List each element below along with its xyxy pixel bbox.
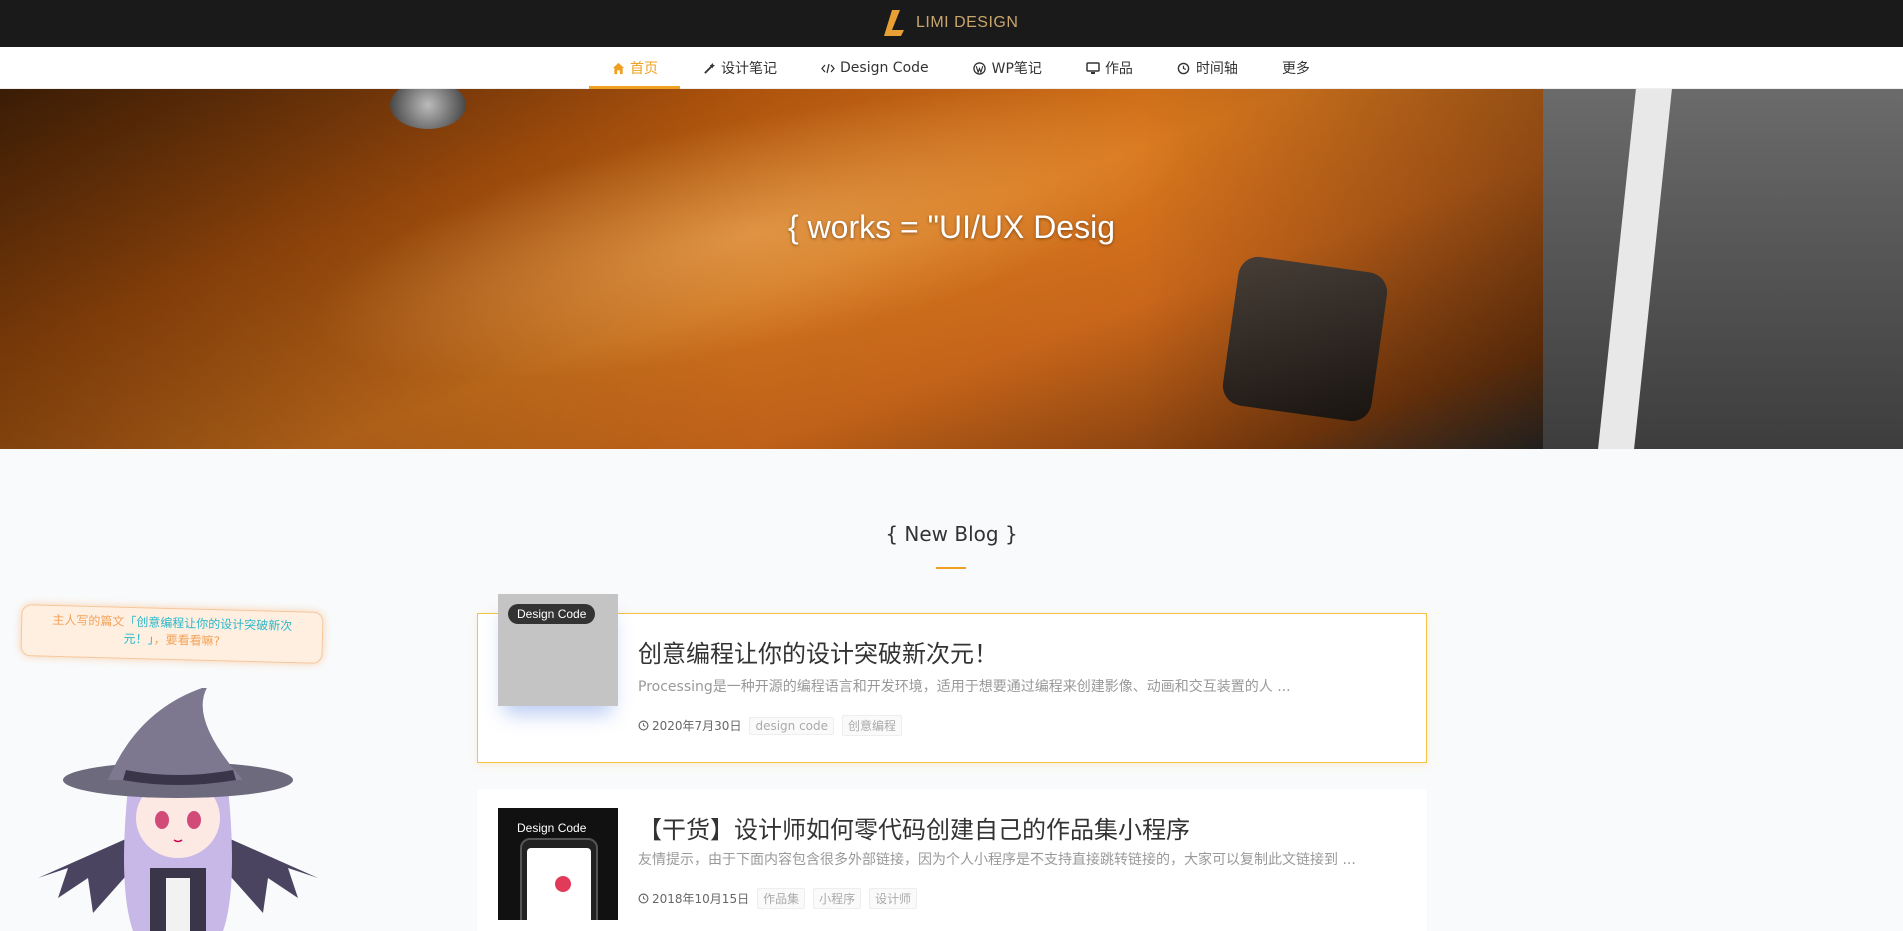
nav-list: 首页 设计笔记 Design Code WP笔记 作品 时间轴 更多 xyxy=(589,47,1332,89)
post-meta: 2020年7月30日 design code 创意编程 xyxy=(638,715,903,736)
hero-emblem-icon xyxy=(390,89,466,129)
post-title[interactable]: 【干货】设计师如何零代码创建自己的作品集小程序 xyxy=(638,810,1190,845)
post-category-badge[interactable]: Design Code xyxy=(508,604,596,624)
nav-item-timeline[interactable]: 时间轴 xyxy=(1155,47,1260,89)
clock-icon xyxy=(638,720,649,731)
clock-icon xyxy=(1177,61,1191,75)
post-meta: 2018年10月15日 作品集 小程序 设计师 xyxy=(638,888,918,909)
post-card[interactable]: Design Code 创意编程让你的设计突破新次元！ Processing是一… xyxy=(477,594,1427,763)
post-tag[interactable]: 小程序 xyxy=(813,888,862,909)
wordpress-icon xyxy=(973,61,987,75)
post-card[interactable]: Design Code 【干货】设计师如何零代码创建自己的作品集小程序 友情提示… xyxy=(477,789,1427,931)
site-logo[interactable]: LIMI DESIGN xyxy=(882,8,1018,38)
post-tag[interactable]: design code xyxy=(749,716,835,735)
clock-icon xyxy=(638,893,649,904)
hero-title: { works = "UI/UX Desig xyxy=(787,209,1115,245)
brand-name: LIMI DESIGN xyxy=(916,14,1019,31)
post-tag[interactable]: 创意编程 xyxy=(842,715,903,736)
section-divider xyxy=(936,567,966,569)
hero-banner: { works = "UI/UX Desig xyxy=(0,89,1903,449)
post-thumbnail[interactable]: Design Code xyxy=(498,808,618,920)
mascot-witch-character[interactable] xyxy=(38,686,318,931)
post-thumbnail[interactable]: Design Code xyxy=(498,594,618,706)
phone-mockup-icon xyxy=(520,838,598,920)
nav-label: Design Code xyxy=(840,60,929,76)
nav-item-works[interactable]: 作品 xyxy=(1064,47,1155,89)
post-excerpt: Processing是一种开源的编程语言和开发环境，适用于想要通过编程来创建影像… xyxy=(638,679,1291,695)
post-tag[interactable]: 设计师 xyxy=(869,888,918,909)
post-date: 2018年10月15日 xyxy=(638,890,749,907)
post-date-text: 2020年7月30日 xyxy=(652,719,742,733)
logo-mark-icon xyxy=(882,8,908,38)
nav-item-home[interactable]: 首页 xyxy=(589,47,680,89)
nav-label: 时间轴 xyxy=(1195,61,1238,77)
top-bar: LIMI DESIGN xyxy=(0,0,1903,47)
nav-item-wp-notes[interactable]: WP笔记 xyxy=(951,47,1064,89)
nav-label: 更多 xyxy=(1281,61,1310,77)
nav-label: 首页 xyxy=(630,61,658,77)
main-nav: 首页 设计笔记 Design Code WP笔记 作品 时间轴 更多 xyxy=(0,47,1903,89)
desktop-icon xyxy=(1086,61,1100,75)
nav-label: WP笔记 xyxy=(991,61,1042,77)
post-date-text: 2018年10月15日 xyxy=(652,892,750,906)
nav-item-more[interactable]: 更多 xyxy=(1260,47,1332,89)
mascot-speech-bubble: 主人写的篇文「创意编程让你的设计突破新次元！」，要看看嘛? xyxy=(20,604,324,664)
hero-lamp xyxy=(1220,254,1390,424)
post-title[interactable]: 创意编程让你的设计突破新次元！ xyxy=(638,634,998,669)
nav-item-design-code[interactable]: Design Code xyxy=(799,47,951,89)
section-title: { New Blog } xyxy=(885,522,1018,546)
hero-road xyxy=(1543,89,1903,449)
bubble-prefix: 主人写的篇文 xyxy=(52,612,125,629)
post-tag[interactable]: 作品集 xyxy=(757,888,806,909)
home-icon xyxy=(611,61,625,75)
nav-label: 作品 xyxy=(1104,61,1133,77)
magic-wand-icon xyxy=(702,61,716,75)
post-excerpt: 友情提示，由于下面内容包含很多外部链接，因为个人小程序是不支持直接跳转链接的，大… xyxy=(638,852,1356,868)
nav-label: 设计笔记 xyxy=(721,61,777,77)
post-category-badge[interactable]: Design Code xyxy=(508,818,595,838)
code-icon xyxy=(821,61,835,75)
nav-item-design-notes[interactable]: 设计笔记 xyxy=(680,47,799,89)
post-date: 2020年7月30日 xyxy=(638,717,741,734)
hero-shine xyxy=(285,89,1215,441)
bubble-suffix: ，要看看嘛? xyxy=(153,632,221,649)
